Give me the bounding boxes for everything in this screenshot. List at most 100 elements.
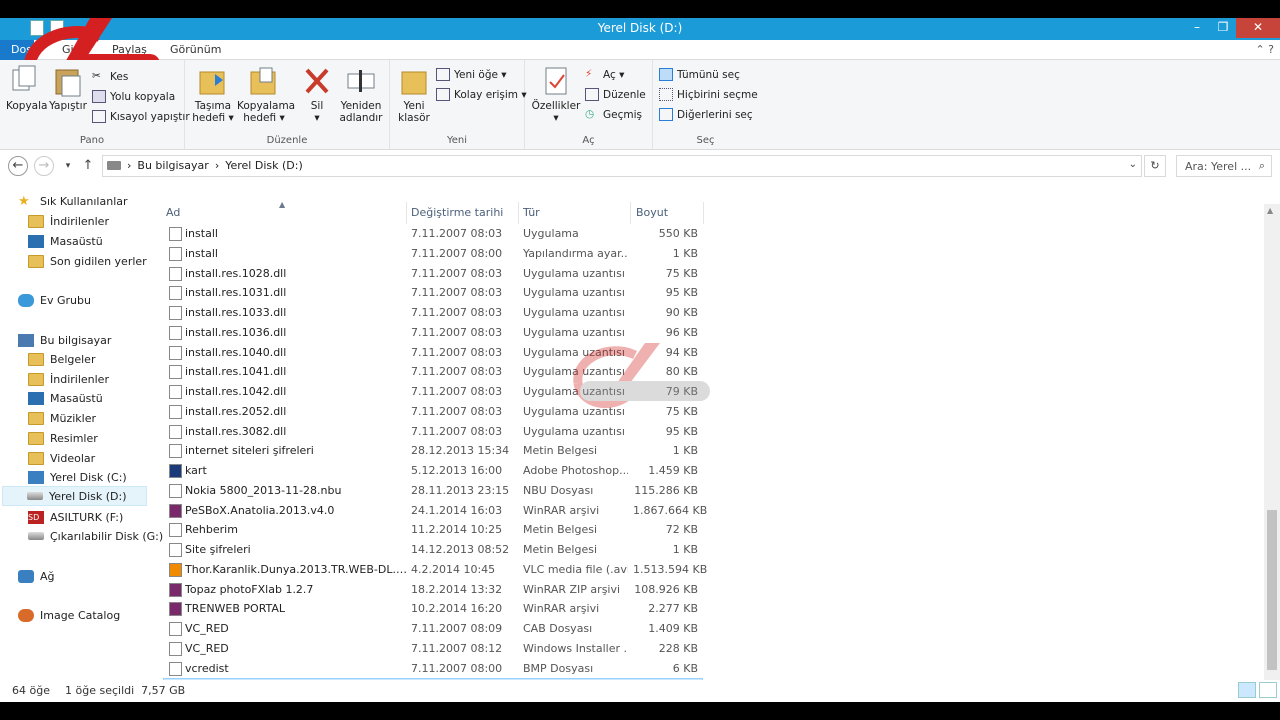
file-date: 7.11.2007 08:03: [411, 404, 503, 418]
column-header-size[interactable]: Boyut: [636, 206, 668, 219]
nav-drive-c[interactable]: Yerel Disk (C:): [28, 467, 180, 487]
sort-ascending-icon: ▲: [279, 200, 286, 209]
nav-network[interactable]: Ağ: [18, 566, 170, 586]
nav-drive-d[interactable]: Yerel Disk (D:): [2, 486, 147, 506]
forward-button[interactable]: →: [34, 156, 54, 176]
ribbon-expand-icon[interactable]: ⌃ ?: [1255, 43, 1274, 56]
table-row[interactable]: Nokia 5800_2013-11-28.nbu 28.11.2013 23:1…: [163, 481, 703, 501]
edit-button[interactable]: Düzenle: [585, 88, 646, 101]
easy-access-button[interactable]: Kolay erişim ▾: [436, 88, 527, 101]
copy-path-button[interactable]: Yolu kopyala: [92, 90, 175, 103]
nav-downloads-pc[interactable]: İndirilenler: [28, 369, 180, 389]
select-all-button[interactable]: Tümünü seç: [659, 68, 740, 81]
file-type: Uygulama uzantısı: [523, 325, 625, 339]
new-folder-button[interactable]: Yeni klasör: [394, 64, 434, 124]
table-row[interactable]: VC_RED 7.11.2007 08:12 Windows Installer .…: [163, 639, 703, 659]
close-button[interactable]: ✕: [1236, 18, 1280, 38]
column-header-date[interactable]: Değiştirme tarihi: [411, 206, 503, 219]
refresh-button[interactable]: ↻: [1144, 155, 1166, 177]
minimize-button[interactable]: –: [1184, 18, 1210, 38]
open-button[interactable]: ⚡ Aç ▾: [585, 68, 624, 81]
nav-documents[interactable]: Belgeler: [28, 349, 180, 369]
table-row[interactable]: install.res.3082.dll 7.11.2007 08:03 Uygul…: [163, 422, 703, 442]
nav-image-catalog[interactable]: Image Catalog: [18, 605, 170, 625]
select-none-button[interactable]: Hiçbirini seçme: [659, 88, 758, 101]
nav-downloads[interactable]: İndirilenler: [28, 211, 180, 231]
table-row[interactable]: install.res.1031.dll 7.11.2007 08:03 Uygul…: [163, 283, 703, 303]
file-icon: [169, 464, 182, 478]
up-button[interactable]: ↑: [78, 156, 98, 176]
nav-music[interactable]: Müzikler: [28, 408, 180, 428]
delete-button[interactable]: Sil ▾: [299, 64, 335, 124]
scroll-up-icon[interactable]: ▲: [1267, 206, 1273, 215]
invert-selection-button[interactable]: Diğerlerini seç: [659, 108, 753, 121]
column-header-name[interactable]: Ad: [166, 206, 180, 219]
file-name: install: [185, 227, 218, 240]
file-icon: [169, 622, 182, 636]
nav-pictures[interactable]: Resimler: [28, 428, 180, 448]
breadcrumb-this-pc[interactable]: Bu bilgisayar: [137, 159, 208, 172]
copy-to-button[interactable]: Kopyalama hedefi ▾: [237, 64, 295, 124]
rename-button[interactable]: Yeniden adlandır: [337, 64, 385, 124]
table-row[interactable]: vcredist 7.11.2007 08:00 BMP Dosyası 6 KB: [163, 659, 703, 679]
table-row[interactable]: internet siteleri şifreleri 28.12.2013 15…: [163, 441, 703, 461]
search-icon: ⌕: [1258, 159, 1265, 172]
table-row[interactable]: PeSBoX.Anatolia.2013.v4.0 24.1.2014 16:03…: [163, 501, 707, 521]
move-to-button[interactable]: Taşıma hedefi ▾: [189, 64, 237, 124]
table-row[interactable]: install.res.1028.dll 7.11.2007 08:03 Uygul…: [163, 264, 703, 284]
new-item-button[interactable]: Yeni öğe ▾: [436, 68, 507, 81]
table-row[interactable]: VC_RED 7.11.2007 08:09 CAB Dosyası 1.409 KB: [163, 619, 703, 639]
copy-button[interactable]: Kopyala: [6, 64, 47, 112]
file-type: VLC media file (.avi): [523, 562, 628, 576]
history-button[interactable]: ◷ Geçmiş: [585, 108, 642, 121]
column-header-type[interactable]: Tür: [523, 206, 540, 219]
large-icons-view-button[interactable]: [1259, 682, 1277, 698]
file-name: install.res.1042.dll: [185, 385, 287, 398]
file-date: 28.11.2013 23:15: [411, 483, 510, 497]
address-dropdown-icon[interactable]: ⌄: [1129, 159, 1137, 170]
nav-homegroup[interactable]: Ev Grubu: [18, 290, 170, 310]
nav-desktop-pc[interactable]: Masaüstü: [28, 388, 180, 408]
nav-this-pc[interactable]: Bu bilgisayar: [18, 330, 170, 350]
tab-view[interactable]: Görünüm: [170, 43, 221, 56]
back-button[interactable]: ←: [8, 156, 28, 176]
properties-button[interactable]: Özellikler ▾: [531, 64, 581, 124]
table-row[interactable]: kart 5.12.2013 16:00 Adobe Photoshop... 1.4…: [163, 461, 703, 481]
breadcrumb-drive-d[interactable]: Yerel Disk (D:): [225, 159, 303, 172]
recent-locations-button[interactable]: ▾: [58, 156, 78, 176]
maximize-button[interactable]: ❐: [1210, 18, 1236, 38]
table-row[interactable]: install.res.1033.dll 7.11.2007 08:03 Uygul…: [163, 303, 703, 323]
search-input[interactable]: Ara: Yerel ... ⌕: [1176, 155, 1272, 177]
item-count: 64 öğe: [12, 684, 50, 697]
table-row[interactable]: Topaz photoFXlab 1.2.7 18.2.2014 13:32 Win…: [163, 580, 703, 600]
table-row[interactable]: Rehberim 11.2.2014 10:25 Metin Belgesi 72 K…: [163, 520, 703, 540]
column-divider[interactable]: [518, 202, 519, 224]
table-row[interactable]: install 7.11.2007 08:00 Yapılandırma ayar.…: [163, 244, 703, 264]
file-type: Uygulama uzantısı: [523, 306, 625, 319]
table-row[interactable]: install 7.11.2007 08:03 Uygulama 550 KB: [163, 224, 703, 244]
column-divider[interactable]: [406, 202, 407, 224]
address-bar[interactable]: › Bu bilgisayar › Yerel Disk (D:) ⌄: [102, 155, 1142, 177]
nav-drive-g[interactable]: Çıkarılabilir Disk (G:): [28, 526, 180, 546]
file-date: 7.11.2007 08:03: [411, 286, 503, 300]
table-row[interactable]: Thor.Karanlik.Dunya.2013.TR.WEB-DL.Xvi..…: [163, 560, 707, 580]
column-divider[interactable]: [703, 202, 704, 224]
table-row[interactable]: TRENWEB PORTAL 10.2.2014 16:20 WinRAR arşi…: [163, 599, 703, 619]
paste-shortcut-button[interactable]: Kısayol yapıştır: [92, 110, 190, 123]
nav-desktop[interactable]: Masaüstü: [28, 231, 180, 251]
vertical-scrollbar[interactable]: ▲ ▼: [1264, 204, 1280, 694]
paste-button[interactable]: Yapıştır: [46, 64, 90, 112]
table-row[interactable]: Site şifreleri 14.12.2013 08:52 Metin Belg…: [163, 540, 703, 560]
recent-places-icon: [28, 254, 44, 268]
nav-recent-places[interactable]: Son gidilen yerler: [28, 251, 180, 271]
nav-videos[interactable]: Videolar: [28, 448, 180, 468]
scrollbar-thumb[interactable]: [1267, 510, 1277, 670]
file-date: 14.12.2013 08:52: [411, 543, 510, 556]
cut-button[interactable]: ✂ Kes: [92, 70, 128, 83]
table-row[interactable]: install.res.1036.dll 7.11.2007 08:03 Uygul…: [163, 323, 703, 343]
nav-drive-f[interactable]: SD ASILTURK (F:): [28, 507, 180, 527]
details-view-button[interactable]: [1238, 682, 1256, 698]
nav-favorites[interactable]: ★ Sık Kullanılanlar: [18, 191, 170, 211]
file-icon: [169, 227, 182, 241]
column-divider[interactable]: [630, 202, 631, 224]
